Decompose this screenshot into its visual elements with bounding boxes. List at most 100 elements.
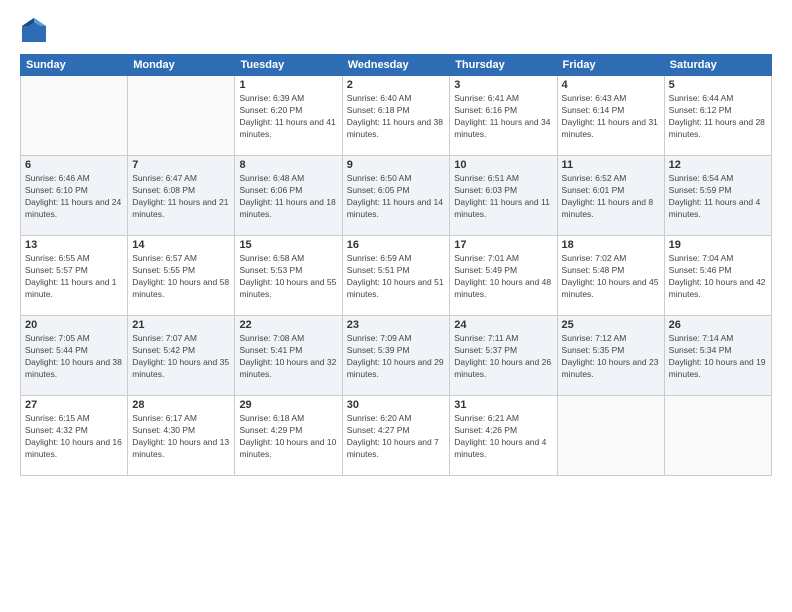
day-number: 15 xyxy=(239,239,337,251)
calendar-week-3: 13 Sunrise: 6:55 AMSunset: 5:57 PMDayligh… xyxy=(21,236,772,316)
day-info: Sunrise: 7:04 AMSunset: 5:46 PMDaylight:… xyxy=(669,253,767,301)
day-number: 1 xyxy=(239,79,337,91)
calendar-cell xyxy=(21,76,128,156)
day-number: 14 xyxy=(132,239,230,251)
day-number: 12 xyxy=(669,159,767,171)
calendar-cell: 21 Sunrise: 7:07 AMSunset: 5:42 PMDayligh… xyxy=(128,316,235,396)
calendar-cell: 8Sunrise: 6:48 AMSunset: 6:06 PMDaylight… xyxy=(235,156,342,236)
weekday-tuesday: Tuesday xyxy=(235,55,342,76)
day-number: 7 xyxy=(132,159,230,171)
calendar-cell: 10 Sunrise: 6:51 AMSunset: 6:03 PMDayligh… xyxy=(450,156,557,236)
calendar-cell: 23 Sunrise: 7:09 AMSunset: 5:39 PMDayligh… xyxy=(342,316,450,396)
day-number: 11 xyxy=(562,159,660,171)
weekday-header-row: SundayMondayTuesdayWednesdayThursdayFrid… xyxy=(21,55,772,76)
calendar-table: SundayMondayTuesdayWednesdayThursdayFrid… xyxy=(20,54,772,476)
calendar-cell: 17Sunrise: 7:01 AMSunset: 5:49 PMDayligh… xyxy=(450,236,557,316)
calendar-week-2: 6 Sunrise: 6:46 AMSunset: 6:10 PMDaylight… xyxy=(21,156,772,236)
day-info: Sunrise: 6:52 AMSunset: 6:01 PMDaylight:… xyxy=(562,173,660,221)
day-info: Sunrise: 7:02 AMSunset: 5:48 PMDaylight:… xyxy=(562,253,660,301)
day-number: 24 xyxy=(454,319,552,331)
calendar-cell: 13 Sunrise: 6:55 AMSunset: 5:57 PMDayligh… xyxy=(21,236,128,316)
day-number: 25 xyxy=(562,319,660,331)
calendar-cell: 31Sunrise: 6:21 AMSunset: 4:26 PMDayligh… xyxy=(450,396,557,476)
day-number: 31 xyxy=(454,399,552,411)
calendar-cell: 2 Sunrise: 6:40 AMSunset: 6:18 PMDaylight… xyxy=(342,76,450,156)
header xyxy=(20,16,772,44)
day-number: 20 xyxy=(25,319,123,331)
calendar-cell: 1 Sunrise: 6:39 AMSunset: 6:20 PMDaylight… xyxy=(235,76,342,156)
calendar-cell: 15 Sunrise: 6:58 AMSunset: 5:53 PMDayligh… xyxy=(235,236,342,316)
calendar-cell: 30Sunrise: 6:20 AMSunset: 4:27 PMDayligh… xyxy=(342,396,450,476)
day-info: Sunrise: 6:50 AMSunset: 6:05 PMDaylight:… xyxy=(347,173,446,221)
day-number: 6 xyxy=(25,159,123,171)
day-info: Sunrise: 6:59 AMSunset: 5:51 PMDaylight:… xyxy=(347,253,446,301)
day-number: 22 xyxy=(239,319,337,331)
day-info: Sunrise: 7:12 AMSunset: 5:35 PMDaylight:… xyxy=(562,333,660,381)
day-number: 29 xyxy=(239,399,337,411)
calendar-cell: 6 Sunrise: 6:46 AMSunset: 6:10 PMDaylight… xyxy=(21,156,128,236)
day-info: Sunrise: 7:14 AMSunset: 5:34 PMDaylight:… xyxy=(669,333,767,381)
day-number: 5 xyxy=(669,79,767,91)
calendar-cell: 27 Sunrise: 6:15 AMSunset: 4:32 PMDayligh… xyxy=(21,396,128,476)
day-info: Sunrise: 6:47 AMSunset: 6:08 PMDaylight:… xyxy=(132,173,230,221)
calendar-cell xyxy=(128,76,235,156)
day-number: 19 xyxy=(669,239,767,251)
calendar-cell: 9 Sunrise: 6:50 AMSunset: 6:05 PMDaylight… xyxy=(342,156,450,236)
day-info: Sunrise: 6:58 AMSunset: 5:53 PMDaylight:… xyxy=(239,253,337,301)
weekday-thursday: Thursday xyxy=(450,55,557,76)
day-info: Sunrise: 6:15 AMSunset: 4:32 PMDaylight:… xyxy=(25,413,123,461)
day-info: Sunrise: 7:01 AMSunset: 5:49 PMDaylight:… xyxy=(454,253,552,301)
weekday-sunday: Sunday xyxy=(21,55,128,76)
day-info: Sunrise: 6:40 AMSunset: 6:18 PMDaylight:… xyxy=(347,93,446,141)
calendar-cell: 5 Sunrise: 6:44 AMSunset: 6:12 PMDaylight… xyxy=(664,76,771,156)
day-number: 13 xyxy=(25,239,123,251)
calendar-cell xyxy=(557,396,664,476)
day-info: Sunrise: 6:39 AMSunset: 6:20 PMDaylight:… xyxy=(239,93,337,141)
calendar-cell: 24 Sunrise: 7:11 AMSunset: 5:37 PMDayligh… xyxy=(450,316,557,396)
day-number: 16 xyxy=(347,239,446,251)
day-info: Sunrise: 6:55 AMSunset: 5:57 PMDaylight:… xyxy=(25,253,123,301)
calendar-cell: 11 Sunrise: 6:52 AMSunset: 6:01 PMDayligh… xyxy=(557,156,664,236)
day-info: Sunrise: 7:09 AMSunset: 5:39 PMDaylight:… xyxy=(347,333,446,381)
day-info: Sunrise: 6:20 AMSunset: 4:27 PMDaylight:… xyxy=(347,413,446,461)
weekday-monday: Monday xyxy=(128,55,235,76)
calendar-cell: 7 Sunrise: 6:47 AMSunset: 6:08 PMDaylight… xyxy=(128,156,235,236)
calendar-week-1: 1 Sunrise: 6:39 AMSunset: 6:20 PMDaylight… xyxy=(21,76,772,156)
weekday-friday: Friday xyxy=(557,55,664,76)
day-info: Sunrise: 6:57 AMSunset: 5:55 PMDaylight:… xyxy=(132,253,230,301)
day-info: Sunrise: 6:51 AMSunset: 6:03 PMDaylight:… xyxy=(454,173,552,221)
day-number: 23 xyxy=(347,319,446,331)
calendar-week-5: 27 Sunrise: 6:15 AMSunset: 4:32 PMDayligh… xyxy=(21,396,772,476)
calendar-cell: 4Sunrise: 6:43 AMSunset: 6:14 PMDaylight… xyxy=(557,76,664,156)
day-info: Sunrise: 7:07 AMSunset: 5:42 PMDaylight:… xyxy=(132,333,230,381)
day-number: 2 xyxy=(347,79,446,91)
logo-icon xyxy=(20,16,48,44)
calendar-cell: 14 Sunrise: 6:57 AMSunset: 5:55 PMDayligh… xyxy=(128,236,235,316)
day-info: Sunrise: 7:11 AMSunset: 5:37 PMDaylight:… xyxy=(454,333,552,381)
calendar-cell: 3Sunrise: 6:41 AMSunset: 6:16 PMDaylight… xyxy=(450,76,557,156)
day-number: 27 xyxy=(25,399,123,411)
day-info: Sunrise: 6:54 AMSunset: 5:59 PMDaylight:… xyxy=(669,173,767,221)
calendar-cell: 22 Sunrise: 7:08 AMSunset: 5:41 PMDayligh… xyxy=(235,316,342,396)
logo xyxy=(20,16,52,44)
day-info: Sunrise: 6:48 AMSunset: 6:06 PMDaylight:… xyxy=(239,173,337,221)
day-number: 4 xyxy=(562,79,660,91)
day-info: Sunrise: 6:44 AMSunset: 6:12 PMDaylight:… xyxy=(669,93,767,141)
day-number: 10 xyxy=(454,159,552,171)
day-info: Sunrise: 7:05 AMSunset: 5:44 PMDaylight:… xyxy=(25,333,123,381)
day-info: Sunrise: 7:08 AMSunset: 5:41 PMDaylight:… xyxy=(239,333,337,381)
weekday-saturday: Saturday xyxy=(664,55,771,76)
calendar-cell: 12 Sunrise: 6:54 AMSunset: 5:59 PMDayligh… xyxy=(664,156,771,236)
calendar-cell: 26 Sunrise: 7:14 AMSunset: 5:34 PMDayligh… xyxy=(664,316,771,396)
day-info: Sunrise: 6:18 AMSunset: 4:29 PMDaylight:… xyxy=(239,413,337,461)
day-number: 18 xyxy=(562,239,660,251)
day-number: 21 xyxy=(132,319,230,331)
page: SundayMondayTuesdayWednesdayThursdayFrid… xyxy=(0,0,792,612)
day-info: Sunrise: 6:46 AMSunset: 6:10 PMDaylight:… xyxy=(25,173,123,221)
day-info: Sunrise: 6:17 AMSunset: 4:30 PMDaylight:… xyxy=(132,413,230,461)
calendar-cell: 18 Sunrise: 7:02 AMSunset: 5:48 PMDayligh… xyxy=(557,236,664,316)
day-number: 26 xyxy=(669,319,767,331)
calendar-cell: 20 Sunrise: 7:05 AMSunset: 5:44 PMDayligh… xyxy=(21,316,128,396)
calendar-cell: 19 Sunrise: 7:04 AMSunset: 5:46 PMDayligh… xyxy=(664,236,771,316)
day-number: 9 xyxy=(347,159,446,171)
